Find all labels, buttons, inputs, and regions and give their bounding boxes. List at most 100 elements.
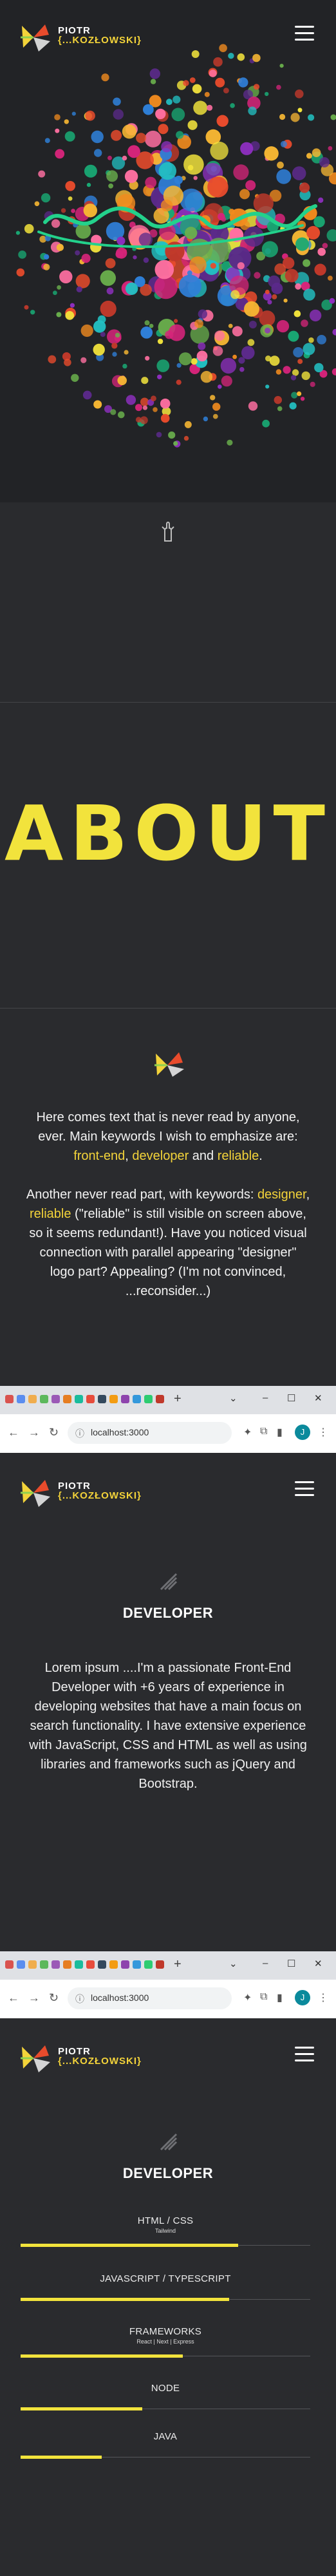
site-info-icon[interactable]: ⓘ	[75, 1993, 84, 2005]
site-header: PIOTR {...KOZŁOWSKI}	[0, 1455, 336, 1526]
logo-icon	[21, 24, 50, 52]
tab-icon[interactable]	[28, 1395, 37, 1403]
keyword-reliable-2: reliable	[30, 1207, 71, 1221]
tab-icon[interactable]	[17, 1960, 25, 1969]
tab-list-icon[interactable]: ⌄	[229, 1958, 238, 1969]
side-panel-icon[interactable]: ▮	[277, 1426, 283, 1439]
extension-icon[interactable]: ✦	[243, 1991, 252, 2004]
tab-icon[interactable]	[98, 1395, 106, 1403]
maximize-icon[interactable]: ☐	[287, 1392, 295, 1404]
skill-item: NODE	[21, 2383, 310, 2410]
profile-avatar[interactable]: J	[295, 1425, 310, 1440]
more-menu-icon[interactable]: ⋮	[318, 1426, 328, 1439]
menu-button[interactable]	[295, 1481, 314, 1497]
tab-icon[interactable]	[144, 1395, 153, 1403]
browser-tabs: + ⌄ – ☐ ✕	[0, 1386, 336, 1414]
skill-level-bar	[21, 2407, 142, 2410]
minimize-icon[interactable]: –	[263, 1392, 268, 1403]
site-info-icon[interactable]: ⓘ	[75, 1427, 84, 1440]
tab-icon[interactable]	[28, 1960, 37, 1969]
tab-icon[interactable]	[98, 1960, 106, 1969]
new-tab-icon[interactable]: +	[174, 1957, 182, 1972]
address-text: localhost:3000	[91, 1993, 149, 2003]
tab-icon[interactable]	[109, 1395, 118, 1403]
browser-chrome: + ⌄ – ☐ ✕ ← → ↻ ⓘ localhost:3000 ✦ ⧉ ▮ J…	[0, 1386, 336, 1453]
tab-icon[interactable]	[156, 1960, 164, 1969]
skill-level-bar	[21, 2456, 102, 2459]
address-bar[interactable]: ⓘ localhost:3000	[68, 1422, 232, 1444]
skill-item: HTML / CSS Tailwind	[21, 2215, 310, 2247]
tab-icon[interactable]	[51, 1395, 60, 1403]
tab-icon[interactable]	[5, 1395, 14, 1403]
keyword-developer: developer	[132, 1149, 189, 1163]
keyword-reliable: reliable	[217, 1149, 259, 1163]
menu-button[interactable]	[295, 2047, 314, 2062]
tab-icon[interactable]	[17, 1395, 25, 1403]
forward-icon[interactable]: →	[28, 1426, 40, 1439]
browser-chrome: + ⌄ – ☐ ✕ ← → ↻ ⓘ localhost:3000 ✦ ⧉ ▮ J…	[0, 1951, 336, 2018]
hero-section: temporary	[0, 0, 336, 502]
tab-icon[interactable]	[133, 1395, 141, 1403]
browser-tabs: + ⌄ – ☐ ✕	[0, 1951, 336, 1980]
tab-icon[interactable]	[5, 1960, 14, 1969]
skill-label: JAVASCRIPT / TYPESCRIPT	[100, 2273, 231, 2284]
logo[interactable]: PIOTR {...KOZŁOWSKI}	[19, 2043, 141, 2075]
address-text: localhost:3000	[91, 1427, 149, 1437]
site-header: PIOTR {...KOZŁOWSKI}	[0, 0, 336, 71]
tab-icon[interactable]	[63, 1395, 71, 1403]
extension-icon[interactable]: ✦	[243, 1426, 252, 1439]
tab-icon[interactable]	[51, 1960, 60, 1969]
skill-sublabel: Tailwind	[154, 2228, 176, 2234]
tab-icon[interactable]	[75, 1960, 83, 1969]
tab-icon[interactable]	[86, 1395, 95, 1403]
scroll-hint-icon	[162, 521, 174, 542]
address-bar[interactable]: ⓘ localhost:3000	[68, 1987, 232, 2009]
about-logo-icon	[154, 1052, 184, 1077]
profile-avatar[interactable]: J	[295, 1990, 310, 2005]
about-paragraph-1: Here comes text that is never read by an…	[36, 1110, 300, 1163]
logo-icon	[21, 2045, 50, 2072]
logo[interactable]: PIOTR {...KOZŁOWSKI}	[19, 1477, 141, 1510]
tab-icon[interactable]	[86, 1960, 95, 1969]
skill-level-bar	[21, 2298, 229, 2301]
about-paragraph-2: Another never read part, with keywords: …	[26, 1188, 310, 1298]
hero-art	[15, 44, 336, 448]
divider	[0, 702, 336, 703]
skill-level-bar	[21, 2354, 183, 2358]
reload-icon[interactable]: ↻	[49, 1991, 59, 2005]
reload-icon[interactable]: ↻	[49, 1426, 59, 1439]
tab-list-icon[interactable]: ⌄	[229, 1392, 238, 1404]
tab-icon[interactable]	[144, 1960, 153, 1969]
about-title: ABOUT	[5, 789, 331, 878]
developer-title: DEVELOPER	[122, 1605, 214, 1621]
tab-icon[interactable]	[121, 1395, 129, 1403]
tab-icon[interactable]	[75, 1395, 83, 1403]
developer-title: DEVELOPER	[122, 2165, 214, 2181]
puzzle-icon[interactable]: ⧉	[260, 1426, 267, 1437]
close-icon[interactable]: ✕	[314, 1392, 322, 1404]
tab-icon[interactable]	[40, 1395, 48, 1403]
more-menu-icon[interactable]: ⋮	[318, 1991, 328, 2004]
back-icon[interactable]: ←	[8, 1426, 19, 1439]
side-panel-icon[interactable]: ▮	[277, 1991, 283, 2004]
minimize-icon[interactable]: –	[263, 1958, 268, 1969]
tab-icon[interactable]	[63, 1960, 71, 1969]
maximize-icon[interactable]: ☐	[287, 1958, 295, 1969]
back-icon[interactable]: ←	[8, 1991, 19, 2005]
tab-icon[interactable]	[133, 1960, 141, 1969]
tab-icon[interactable]	[109, 1960, 118, 1969]
browser-toolbar: ← → ↻ ⓘ localhost:3000 ✦ ⧉ ▮ J ⋮	[0, 1980, 336, 2018]
logo-line2: {...KOZŁOWSKI}	[58, 1490, 142, 1501]
tab-icon[interactable]	[156, 1395, 164, 1403]
skill-item: JAVA	[21, 2431, 310, 2459]
puzzle-icon[interactable]: ⧉	[260, 1991, 267, 2003]
new-tab-icon[interactable]: +	[174, 1392, 182, 1406]
menu-button[interactable]	[295, 26, 314, 41]
tab-icon[interactable]	[40, 1960, 48, 1969]
logo[interactable]: PIOTR {...KOZŁOWSKI}	[19, 22, 141, 54]
skill-sublabel: React | Next | Express	[136, 2338, 194, 2345]
forward-icon[interactable]: →	[28, 1991, 40, 2005]
close-icon[interactable]: ✕	[314, 1958, 322, 1969]
skill-label: JAVA	[153, 2431, 178, 2442]
tab-icon[interactable]	[121, 1960, 129, 1969]
